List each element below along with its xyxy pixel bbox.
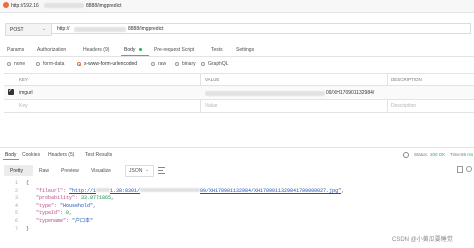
search-icon[interactable]	[466, 166, 472, 172]
line-number: 4	[14, 202, 18, 209]
copy-icon[interactable]	[457, 166, 463, 173]
checkmark-icon: ✓	[8, 88, 14, 94]
line-number: 5	[14, 210, 18, 217]
row-value-tail[interactable]: 09/XH170901132984/	[326, 90, 374, 96]
code-token: "probability":	[36, 195, 82, 202]
view-tab-preview[interactable]: Preview	[61, 168, 79, 174]
response-body[interactable]: 1 {2 "fileurl": "http://1 1.38:8301/09/XH17…	[4, 180, 470, 236]
request-title-tail: 8888/imgpredict	[86, 3, 122, 9]
description-placeholder[interactable]: Description	[391, 103, 416, 109]
tab-settings[interactable]: Settings	[236, 47, 254, 53]
view-tab-pretty-label: Pretty	[10, 168, 24, 174]
row-key[interactable]: imgurl	[19, 90, 33, 96]
key-placeholder[interactable]: Key	[19, 103, 28, 109]
url-input[interactable]: http:// 8888/imgpredict	[51, 23, 471, 34]
globe-icon[interactable]	[403, 152, 409, 158]
column-header-description: DESCRIPTION	[391, 77, 422, 82]
method-label: POST	[10, 27, 24, 33]
http-request-icon	[3, 2, 9, 8]
radio-form-data[interactable]	[36, 62, 40, 66]
code-token: ,	[341, 187, 345, 194]
radio-binary-label: binary	[182, 61, 196, 67]
code-token: ,	[111, 195, 115, 202]
line-number: 7	[14, 225, 18, 232]
method-select[interactable]: POST ⌄	[5, 23, 52, 36]
line-number: 1	[14, 180, 18, 186]
redacted-value	[205, 91, 325, 96]
url-start: http://	[57, 26, 70, 32]
code-token: "户口本"	[72, 218, 94, 224]
tab-pre-request-script[interactable]: Pre-request Script	[154, 47, 194, 53]
redacted-ip	[44, 3, 84, 8]
radio-graphql[interactable]	[201, 62, 205, 66]
response-tab-body[interactable]: Body	[5, 152, 16, 158]
chevron-down-icon: ⌄	[42, 26, 47, 32]
wrap-lines-icon[interactable]	[157, 166, 166, 174]
format-chevron-icon: ⌄	[145, 167, 150, 173]
response-tab-headers[interactable]: Headers (5)	[48, 152, 74, 158]
time-value: 59 ms	[461, 152, 474, 157]
code-token: "type":	[36, 202, 61, 209]
code-token: "http://1	[69, 187, 97, 194]
format-select[interactable]: JSON ⌄	[125, 165, 154, 177]
view-tab-raw[interactable]: Raw	[39, 168, 49, 174]
code-token: }	[26, 225, 30, 232]
body-indicator-dot	[139, 48, 142, 51]
radio-form-data-label: form-data	[43, 61, 65, 67]
watermark-text: CSDN @小黄瓜要睡觉	[392, 237, 453, 243]
radio-none[interactable]	[7, 62, 11, 66]
code-text: "type": "Household",	[36, 203, 96, 209]
radio-x-www-form-urlencoded[interactable]	[77, 62, 81, 66]
status-label: Status:	[414, 152, 429, 157]
code-text: "probability": 33.0771865,	[36, 195, 114, 201]
view-tab-pretty[interactable]: Pretty	[4, 165, 33, 176]
tab-params[interactable]: Params	[7, 47, 24, 53]
code-token: 33.0771865	[81, 195, 112, 202]
redacted-url-part	[96, 187, 111, 192]
row-checkbox[interactable]: ✓	[8, 88, 14, 95]
column-header-key: KEY	[19, 77, 29, 82]
tab-headers[interactable]: Headers (9)	[83, 47, 109, 53]
tab-body[interactable]: Body	[124, 47, 135, 53]
code-token: ,	[69, 210, 73, 217]
code-token: {	[26, 180, 30, 186]
code-text: "typename": "户口本"	[36, 218, 93, 224]
radio-graphql-label: GraphQL	[208, 61, 229, 67]
code-token: "typename":	[36, 218, 73, 224]
code-text: }	[26, 226, 29, 232]
radio-urlencoded-label: x-www-form-urlencoded	[84, 61, 138, 67]
radio-raw[interactable]	[151, 62, 155, 66]
column-header-value: VALUE	[205, 77, 220, 82]
code-text: "typeId": 0,	[36, 210, 72, 216]
time-label: Time:	[450, 152, 462, 157]
request-title: http://192.16	[11, 3, 39, 9]
format-label: JSON	[129, 168, 143, 174]
redacted-url-path	[140, 187, 201, 192]
radio-raw-label: raw	[158, 61, 167, 67]
tab-authorization[interactable]: Authorization	[37, 47, 66, 53]
status-value: 200 OK	[430, 152, 446, 157]
response-tab-test-results[interactable]: Test Results	[85, 152, 112, 158]
code-token: 1.38:8301/	[110, 187, 141, 194]
code-text: {	[26, 180, 29, 186]
line-number: 2	[14, 187, 18, 194]
response-tab-cookies[interactable]: Cookies	[22, 152, 40, 158]
code-token: "typeId":	[36, 210, 67, 217]
line-number: 3	[14, 195, 18, 202]
redacted-url-host	[74, 27, 126, 32]
code-token: "fileurl":	[36, 187, 70, 194]
radio-binary[interactable]	[175, 62, 179, 66]
line-number: 6	[14, 218, 18, 224]
response-active-underline	[3, 159, 19, 160]
radio-none-label: none	[14, 61, 26, 67]
code-token: 09/XH170901132984/XH17090113298417000000…	[200, 187, 342, 194]
value-placeholder[interactable]: Value	[205, 103, 217, 109]
code-token: "Household"	[60, 202, 94, 209]
code-token: ,	[93, 202, 97, 209]
tab-tests[interactable]: Tests	[211, 47, 223, 53]
url-tail: 8888/imgpredict	[128, 26, 164, 32]
code-text: "fileurl": "http://1 1.38:8301/09/XH17090…	[36, 187, 345, 194]
view-tab-visualize[interactable]: Visualize	[91, 168, 111, 174]
